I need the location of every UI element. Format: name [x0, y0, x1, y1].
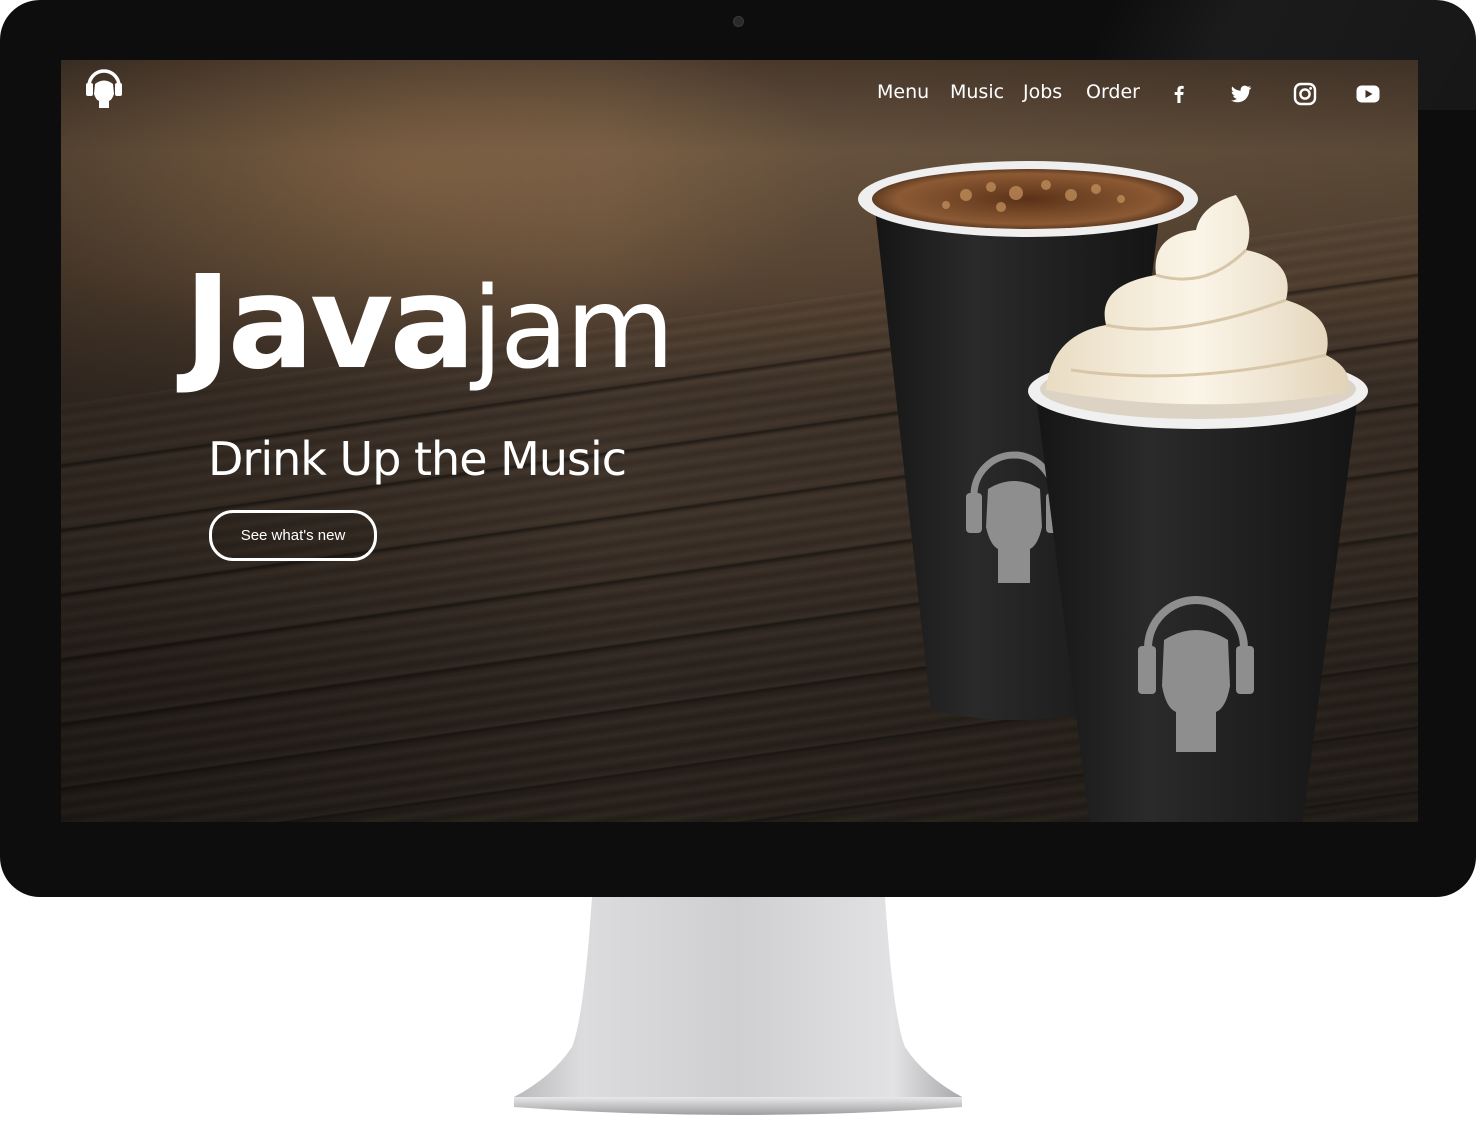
- headphones-logo-icon[interactable]: [83, 64, 125, 110]
- coffee-cups-image: [858, 161, 1368, 822]
- nav-link-order[interactable]: Order: [1086, 79, 1140, 105]
- nav-link-jobs[interactable]: Jobs: [1023, 79, 1062, 105]
- instagram-icon[interactable]: [1292, 81, 1318, 107]
- youtube-icon[interactable]: [1355, 81, 1381, 107]
- nav-link-menu[interactable]: Menu: [877, 79, 929, 105]
- nav-link-music[interactable]: Music: [950, 79, 1004, 105]
- hero-tagline: Drink Up the Music: [208, 432, 627, 486]
- top-nav: Menu Music Jobs Order: [858, 79, 1418, 107]
- brand-wordmark: Javajam: [184, 260, 675, 388]
- monitor-scene: Menu Music Jobs Order Javajam Drink Up t…: [0, 0, 1476, 1125]
- brand-wordmark-bold: Java: [184, 249, 476, 398]
- see-whats-new-button[interactable]: See what's new: [209, 510, 377, 561]
- monitor-stand: [514, 897, 962, 1115]
- twitter-icon[interactable]: [1228, 81, 1254, 107]
- monitor-bezel: Menu Music Jobs Order Javajam Drink Up t…: [0, 0, 1476, 897]
- facebook-icon[interactable]: [1166, 81, 1192, 107]
- webcam: [733, 16, 744, 27]
- website-screen: Menu Music Jobs Order Javajam Drink Up t…: [61, 60, 1418, 822]
- brand-wordmark-light: jam: [471, 264, 675, 394]
